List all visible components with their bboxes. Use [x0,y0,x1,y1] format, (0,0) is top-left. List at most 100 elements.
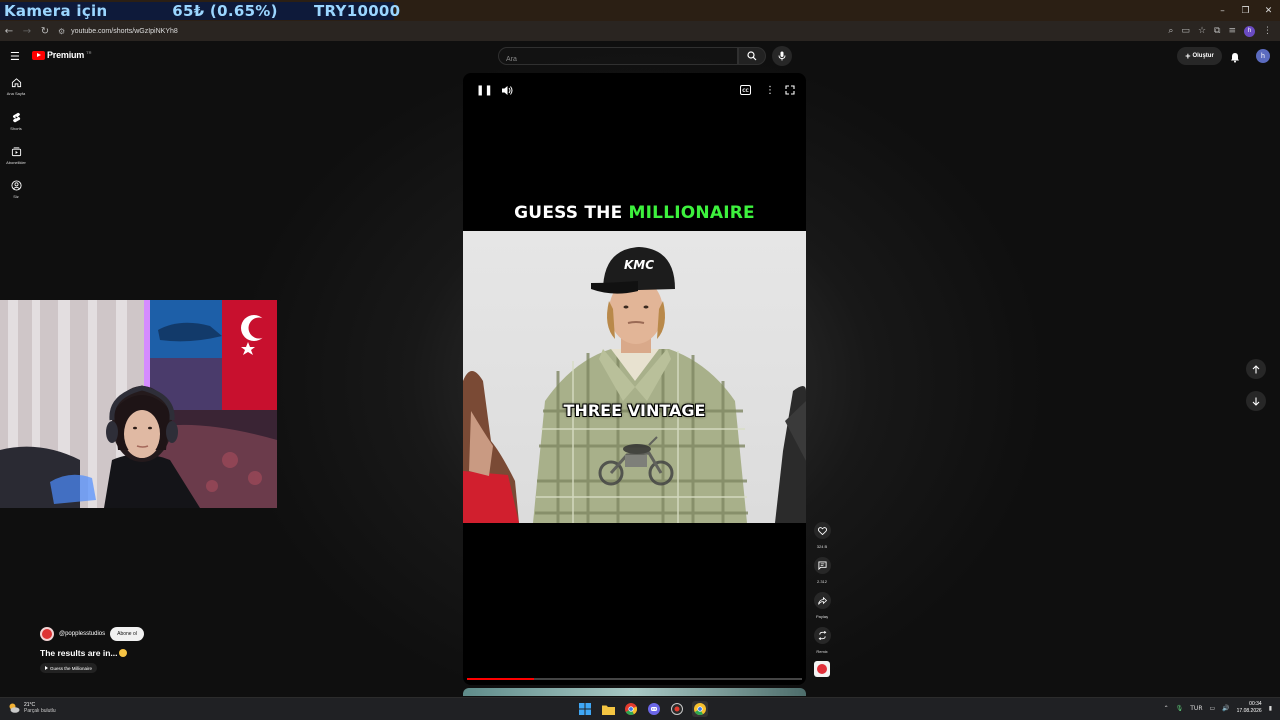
back-icon[interactable]: ← [0,21,18,41]
playlist-chip[interactable]: Guess the Millionaire [40,663,98,673]
youtube-play-logo-icon [32,50,45,60]
taskbar-chrome[interactable] [623,701,639,717]
remix-label: Remix [816,649,828,654]
create-button[interactable]: + Oluştur [1177,47,1222,65]
next-short-button[interactable] [1246,391,1266,411]
arrow-down-icon [1252,397,1260,406]
close-button[interactable]: ✕ [1257,0,1280,21]
zoom-icon[interactable]: ⌕ [1168,26,1173,36]
account-avatar[interactable]: h [1256,49,1270,63]
shorts-icon [12,112,20,123]
overlay-goal-label: Kamera için [0,1,140,20]
youtube-premium-logo[interactable]: Premium TR [32,50,91,60]
folder-icon [601,705,615,715]
video-frame[interactable]: KMC THREE VINTAGE [463,231,806,523]
network-icon[interactable]: ▭ [1210,705,1216,712]
extensions-icon[interactable]: ⧉ [1214,26,1220,36]
shorts-player[interactable]: ❚❚ CC ⋮ GUESS THE MILLIONAIRE KMC THREE … [463,73,806,685]
cast-icon[interactable]: ▭ [1181,26,1190,36]
video-progress-bar[interactable] [467,678,802,680]
channel-avatar[interactable] [40,627,54,641]
captions-icon[interactable]: CC [740,85,751,95]
windows-logo-icon [579,703,591,715]
webcam-scene-illustration [0,300,277,508]
next-short-preview[interactable] [463,688,806,696]
remix-button[interactable] [813,627,831,644]
system-tray: ⌃ 🎙 TUR ▭ 🔊 00:34 17.08.2026 ▮ [1164,701,1272,715]
reload-icon[interactable]: ↻ [36,21,54,41]
microphone-tray-icon[interactable]: 🎙 [1176,705,1184,712]
hamburger-menu-icon[interactable]: ☰ [10,50,20,63]
forward-icon[interactable]: → [18,21,36,41]
previous-short-button[interactable] [1246,359,1266,379]
comment-button[interactable] [813,557,831,574]
comment-action[interactable]: 2.312 [813,557,831,584]
chat-app-icon [648,703,660,715]
chrome-icon [625,703,637,715]
video-scene-illustration: KMC [463,247,806,523]
sidebar-item-subscriptions[interactable]: Abonelikler [0,146,32,165]
media-control-icon[interactable]: ≡ [1228,26,1236,36]
plus-icon: + [1185,51,1191,61]
keyboard-language[interactable]: TUR [1190,705,1202,712]
share-icon [817,596,827,605]
browser-toolbar: ← → ↻ ⚙ youtube.com/shorts/wGzIpiNKYh8 ⌕… [0,21,1280,41]
minimize-button[interactable]: – [1211,0,1234,21]
volume-icon[interactable] [501,85,513,96]
taskbar-browser-active[interactable] [692,701,708,717]
clock[interactable]: 00:34 17.08.2026 [1237,701,1262,715]
video-progress-fill [467,678,534,680]
clock-time: 00:34 [1249,701,1262,707]
tray-overflow-chevron-icon[interactable]: ⌃ [1164,705,1169,712]
subscribe-button[interactable]: Abone ol [110,627,144,641]
weather-widget[interactable]: 21°C Parçalı bulutlu [8,702,56,714]
notification-center-icon[interactable]: ▮ [1269,705,1272,712]
sidebar-item-you[interactable]: Siz [0,180,32,199]
like-button[interactable] [813,522,831,539]
playlist-name: Guess the Millionaire [50,665,93,671]
sound-thumbnail[interactable] [814,661,830,677]
record-icon [671,703,683,715]
taskbar-streaming-app[interactable] [669,701,685,717]
subscriptions-icon [11,147,21,157]
restore-button[interactable]: ❐ [1234,0,1257,21]
sidebar-item-label: Abonelikler [6,160,26,165]
play-icon [45,666,48,670]
video-caption: THREE VINTAGE [563,401,706,420]
channel-handle[interactable]: @popplesstudios [59,631,105,637]
taskbar-file-explorer[interactable] [600,701,616,717]
description-text: The results are in... [40,648,118,658]
emoji-icon [119,649,128,657]
browser-profile-avatar[interactable]: h [1244,25,1255,37]
windows-taskbar: 21°C Parçalı bulutlu ⌃ 🎙 TUR ▭ 🔊 00:34 1… [0,697,1280,720]
like-action[interactable]: 324 B [813,522,831,549]
stream-overlay-bar: Kamera için 65₺ (0.65%) TRY10000 – ❐ ✕ [0,0,1280,21]
taskbar-apps [577,701,708,717]
browser-menu-icon[interactable]: ⋮ [1263,26,1272,36]
bookmark-star-icon[interactable]: ☆ [1198,26,1206,36]
you-icon [10,180,22,191]
site-info-icon[interactable]: ⚙ [58,27,65,36]
notifications-button[interactable] [1230,50,1240,68]
comment-icon [817,561,827,570]
more-options-icon[interactable]: ⋮ [765,85,775,96]
sidebar-item-shorts[interactable]: Shorts [0,112,32,131]
arrow-up-icon [1252,364,1260,373]
start-button[interactable] [577,701,593,717]
url-text[interactable]: youtube.com/shorts/wGzIpiNKYh8 [71,28,178,35]
taskbar-discord[interactable] [646,701,662,717]
remix-action[interactable]: Remix [813,627,831,654]
share-button[interactable] [813,592,831,609]
svg-text:KMC: KMC [624,258,654,272]
svg-text:CC: CC [742,88,749,94]
create-label: Oluştur [1192,53,1214,59]
share-action[interactable]: Paylaş [813,592,831,619]
video-description[interactable]: The results are in... [40,648,128,658]
partly-cloudy-icon [9,703,20,713]
speaker-icon[interactable]: 🔊 [1222,705,1229,712]
fullscreen-icon[interactable] [785,85,795,95]
pause-icon[interactable]: ❚❚ [476,85,493,96]
sidebar-item-home[interactable]: Ana Sayfa [0,77,32,96]
address-bar[interactable]: ⚙ youtube.com/shorts/wGzIpiNKYh8 [58,23,178,39]
sidebar-item-label: Ana Sayfa [6,91,26,96]
